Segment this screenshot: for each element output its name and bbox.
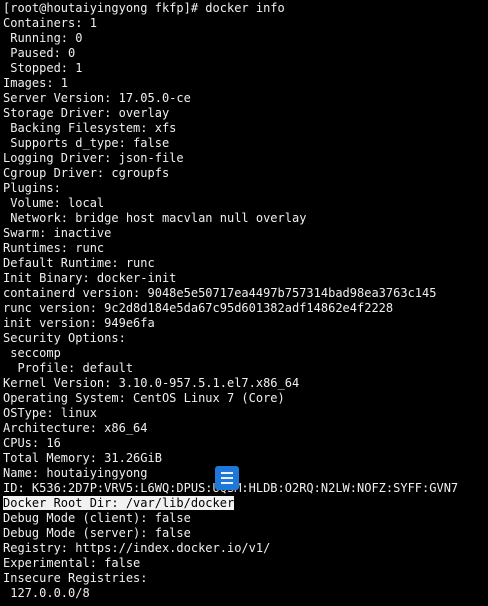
terminal-line: Architecture: x86_64 — [3, 421, 488, 436]
line-text: Init Binary: docker-init — [3, 271, 177, 285]
line-text: 127.0.0.0/8 — [3, 586, 90, 600]
terminal-line: Cgroup Driver: cgroupfs — [3, 166, 488, 181]
line-text: Logging Driver: json-file — [3, 151, 184, 165]
line-text: Insecure Registries: — [3, 571, 148, 585]
terminal-line: Storage Driver: overlay — [3, 106, 488, 121]
terminal-line: Experimental: false — [3, 556, 488, 571]
list-icon-bar — [221, 482, 233, 484]
terminal-line: Running: 0 — [3, 31, 488, 46]
line-text: Architecture: x86_64 — [3, 421, 148, 435]
terminal-line: Paused: 0 — [3, 46, 488, 61]
terminal-line: Debug Mode (client): false — [3, 511, 488, 526]
terminal-line: Name: houtaiyingyong — [3, 466, 488, 481]
terminal-line: Containers: 1 — [3, 16, 488, 31]
line-text: [root@houtaiyingyong fkfp]# docker info — [3, 1, 285, 15]
terminal-line: Profile: default — [3, 361, 488, 376]
line-text: Stopped: 1 — [3, 61, 83, 75]
terminal-line: runc version: 9c2d8d184e5da67c95d601382a… — [3, 301, 488, 316]
line-text: Running: 0 — [3, 31, 83, 45]
line-text: Cgroup Driver: cgroupfs — [3, 166, 170, 180]
terminal-line: Images: 1 — [3, 76, 488, 91]
terminal-line: Total Memory: 31.26GiB — [3, 451, 488, 466]
line-text: Default Runtime: runc — [3, 256, 155, 270]
line-text: Storage Driver: overlay — [3, 106, 170, 120]
terminal-line: Swarm: inactive — [3, 226, 488, 241]
terminal-line: Init Binary: docker-init — [3, 271, 488, 286]
line-text: OSType: linux — [3, 406, 97, 420]
line-text: Runtimes: runc — [3, 241, 105, 255]
list-icon[interactable] — [215, 466, 239, 490]
terminal-line: Kernel Version: 3.10.0-957.5.1.el7.x86_6… — [3, 376, 488, 391]
line-text: seccomp — [3, 346, 61, 360]
line-text: Paused: 0 — [3, 46, 76, 60]
line-text: Images: 1 — [3, 76, 69, 90]
line-text: Security Options: — [3, 331, 126, 345]
line-text: Volume: local — [3, 196, 105, 210]
terminal-line: OSType: linux — [3, 406, 488, 421]
terminal-line: containerd version: 9048e5e50717ea4497b7… — [3, 286, 488, 301]
line-text: Plugins: — [3, 181, 61, 195]
line-text: Server Version: 17.05.0-ce — [3, 91, 191, 105]
terminal-line: Registry: https://index.docker.io/v1/ — [3, 541, 488, 556]
terminal-line: Security Options: — [3, 331, 488, 346]
list-icon-bar — [221, 472, 233, 474]
list-icon-bar — [221, 477, 233, 479]
line-text: Swarm: inactive — [3, 226, 112, 240]
terminal-line: Stopped: 1 — [3, 61, 488, 76]
line-text: init version: 949e6fa — [3, 316, 155, 330]
line-text: Containers: 1 — [3, 16, 97, 30]
terminal-line: Runtimes: runc — [3, 241, 488, 256]
terminal-line: Debug Mode (server): false — [3, 526, 488, 541]
terminal-line: 127.0.0.0/8 — [3, 586, 488, 601]
line-text: Debug Mode (client): false — [3, 511, 191, 525]
line-text: Experimental: false — [3, 556, 141, 570]
line-text: Kernel Version: 3.10.0-957.5.1.el7.x86_6… — [3, 376, 300, 390]
line-text: Profile: default — [3, 361, 134, 375]
terminal-line: Backing Filesystem: xfs — [3, 121, 488, 136]
terminal-line: init version: 949e6fa — [3, 316, 488, 331]
terminal-line: ID: K536:2D7P:VRV5:L6WQ:DPUS:UQSM:HLDB:O… — [3, 481, 488, 496]
terminal-line: Plugins: — [3, 181, 488, 196]
line-text: Debug Mode (server): false — [3, 526, 191, 540]
line-text: runc version: 9c2d8d184e5da67c95d601382a… — [3, 301, 394, 315]
terminal-line: Logging Driver: json-file — [3, 151, 488, 166]
line-text: Operating System: CentOS Linux 7 (Core) — [3, 391, 285, 405]
terminal-line: seccomp — [3, 346, 488, 361]
selected-text: Docker Root Dir: /var/lib/docker — [3, 496, 235, 510]
terminal-line: Volume: local — [3, 196, 488, 211]
line-text: Supports d_type: false — [3, 136, 170, 150]
terminal-output[interactable]: [root@houtaiyingyong fkfp]# docker info C… — [3, 1, 488, 601]
terminal-line: Insecure Registries: — [3, 571, 488, 586]
command-prompt-line: [root@houtaiyingyong fkfp]# docker info — [3, 1, 488, 16]
line-text: Total Memory: 31.26GiB — [3, 451, 162, 465]
line-text: Backing Filesystem: xfs — [3, 121, 177, 135]
terminal-line: Docker Root Dir: /var/lib/docker — [3, 496, 488, 511]
terminal-line: CPUs: 16 — [3, 436, 488, 451]
line-text: CPUs: 16 — [3, 436, 61, 450]
terminal-line: Server Version: 17.05.0-ce — [3, 91, 488, 106]
terminal-line: Operating System: CentOS Linux 7 (Core) — [3, 391, 488, 406]
terminal-line: Default Runtime: runc — [3, 256, 488, 271]
terminal-line: Supports d_type: false — [3, 136, 488, 151]
terminal-line: Network: bridge host macvlan null overla… — [3, 211, 488, 226]
line-text: Name: houtaiyingyong — [3, 466, 148, 480]
line-text: Registry: https://index.docker.io/v1/ — [3, 541, 271, 555]
line-text: containerd version: 9048e5e50717ea4497b7… — [3, 286, 437, 300]
line-text: Network: bridge host macvlan null overla… — [3, 211, 307, 225]
